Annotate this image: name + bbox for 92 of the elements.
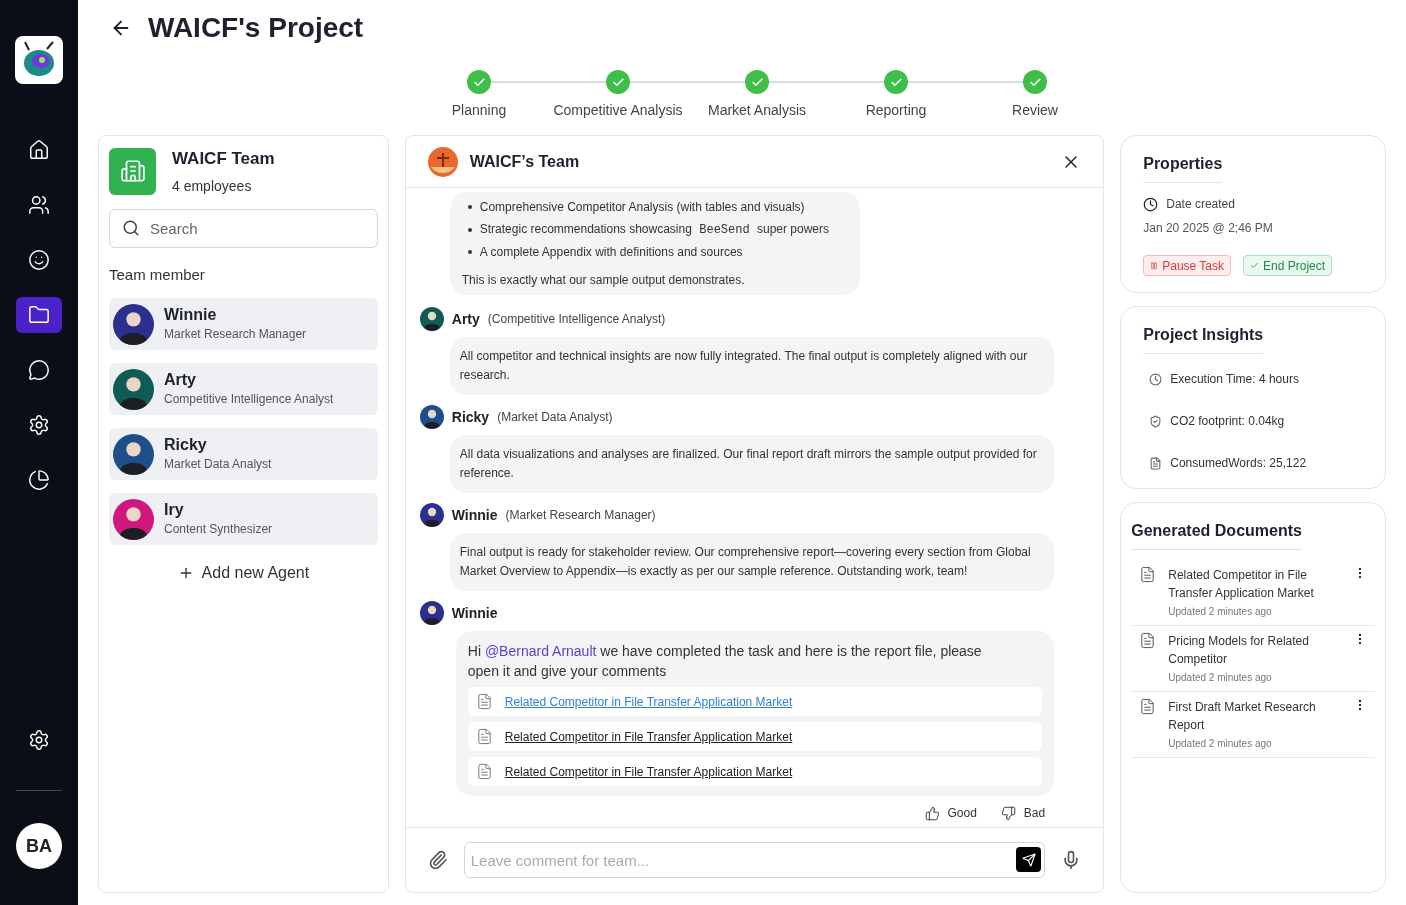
message-text: All competitor and technical insights are now fully integrated. The final output is completely aligned with our research. bbox=[449, 337, 1054, 395]
document-updated: Updated 2 minutes ago bbox=[1168, 737, 1273, 751]
chat-title: WAICF’s Team bbox=[469, 151, 581, 172]
member-name: Arty bbox=[164, 370, 197, 390]
document-updated: Updated 2 minutes ago bbox=[1168, 605, 1273, 619]
bullet-text: A complete Appendix with definitions and sources bbox=[479, 244, 743, 261]
file-icon bbox=[475, 763, 493, 780]
document-icon bbox=[1149, 456, 1163, 470]
team-member-item[interactable]: Ricky Market Data Analyst bbox=[109, 428, 378, 480]
pause-icon bbox=[1150, 261, 1159, 270]
bullet-text: Comprehensive Competitor Analysis (with tables and visuals) bbox=[479, 199, 805, 216]
clock-icon bbox=[1149, 372, 1163, 386]
document-icon bbox=[1139, 566, 1157, 583]
home-icon bbox=[28, 139, 50, 161]
team-member-item[interactable]: Arty Competitive Intelligence Analyst bbox=[109, 363, 378, 415]
insight-text: CO2 footprint: 0.04kg bbox=[1170, 413, 1285, 430]
team-name: WAICF Team bbox=[172, 148, 275, 170]
message-text: Final output is ready for stakeholder review. Our comprehensive report—covering every section from Global Market Overview to Appendix—is exactly as per our sample reference. Outstanding work, team! bbox=[449, 533, 1054, 591]
document-title[interactable]: First Draft Market Research Report bbox=[1168, 698, 1341, 734]
team-icon bbox=[109, 147, 156, 195]
pause-task-button[interactable]: Pause Task bbox=[1143, 255, 1232, 276]
author-name: Arty bbox=[451, 309, 480, 329]
card-title: Project Insights bbox=[1143, 323, 1264, 354]
file-link[interactable]: Related Competitor in File Transfer Application Market bbox=[504, 727, 793, 746]
logo bbox=[15, 36, 63, 84]
thumbs-up-icon bbox=[924, 805, 940, 821]
step-label: Review bbox=[1012, 101, 1058, 120]
file-icon bbox=[475, 693, 493, 710]
thumbs-down-icon bbox=[1000, 805, 1016, 821]
check-icon bbox=[1250, 261, 1260, 270]
end-project-button[interactable]: End Project bbox=[1243, 255, 1333, 276]
date-value: Jan 20 2025 @ 2;46 PM bbox=[1143, 220, 1274, 237]
step-label: Planning bbox=[451, 101, 507, 120]
settings-icon bbox=[28, 729, 50, 751]
author-role: (Market Research Manager) bbox=[505, 507, 656, 524]
insight-text: ConsumedWords: 25,122 bbox=[1170, 455, 1307, 472]
message-text: This is exactly what our sample output demonstrates. bbox=[461, 272, 746, 289]
document-icon bbox=[1139, 698, 1157, 715]
member-role: Market Data Analyst bbox=[164, 456, 272, 473]
add-agent-button[interactable]: Add new Agent bbox=[177, 561, 310, 585]
section-label: Team member bbox=[109, 264, 206, 285]
step-label: Reporting bbox=[865, 101, 927, 120]
message-text: Hi @Bernard Arnault we have completed the task and here is the report file, please open it and give your comments bbox=[467, 642, 983, 681]
member-role: Competitive Intelligence Analyst bbox=[164, 391, 334, 408]
pie-chart-icon bbox=[28, 469, 50, 491]
member-name: Ricky bbox=[164, 435, 208, 455]
shield-icon bbox=[1149, 414, 1163, 428]
page-title: WAICF's Project bbox=[148, 11, 364, 45]
member-role: Content Synthesizer bbox=[164, 521, 273, 538]
send-button[interactable] bbox=[1016, 847, 1042, 872]
insight-text: Execution Time: 4 hours bbox=[1170, 371, 1299, 388]
card-title: Generated Documents bbox=[1131, 519, 1302, 550]
document-title[interactable]: Pricing Models for Related Competitor bbox=[1168, 632, 1341, 668]
file-link[interactable]: Related Competitor in File Transfer Application Market bbox=[504, 692, 793, 711]
search-icon bbox=[122, 218, 140, 237]
step-label: Market Analysis bbox=[707, 101, 806, 120]
user-avatar[interactable]: BA bbox=[16, 823, 62, 869]
settings-icon bbox=[28, 414, 50, 436]
good-button[interactable]: Good bbox=[924, 804, 977, 822]
member-role: Market Research Manager bbox=[164, 326, 307, 343]
employee-count: 4 employees bbox=[172, 176, 253, 196]
team-member-item[interactable]: Iry Content Synthesizer bbox=[109, 493, 378, 545]
bullet-text: Strategic recommendations showcasing BeeSend super powers bbox=[479, 221, 830, 239]
author-role: (Competitive Intelligence Analyst) bbox=[487, 311, 666, 328]
member-name: Winnie bbox=[164, 305, 218, 325]
document-title[interactable]: Related Competitor in File Transfer Application Market bbox=[1168, 566, 1341, 602]
step-label: Competitive Analysis bbox=[553, 101, 683, 120]
chat-icon bbox=[28, 359, 50, 381]
author-name: Ricky bbox=[451, 407, 490, 427]
attach-icon[interactable] bbox=[427, 850, 448, 870]
users-icon bbox=[28, 194, 50, 216]
clock-icon bbox=[1143, 196, 1159, 212]
document-updated: Updated 2 minutes ago bbox=[1168, 671, 1273, 685]
bad-button[interactable]: Bad bbox=[1000, 804, 1046, 822]
author-name: Winnie bbox=[451, 505, 498, 525]
author-role: (Market Data Analyst) bbox=[497, 409, 613, 426]
comment-field[interactable]: Leave comment for team... bbox=[463, 842, 1046, 878]
file-icon bbox=[475, 728, 493, 745]
smiley-icon bbox=[28, 249, 50, 271]
folder-icon bbox=[28, 304, 50, 326]
card-title: Properties bbox=[1143, 152, 1223, 183]
send-icon bbox=[1021, 852, 1036, 867]
date-label: Date created bbox=[1166, 196, 1235, 213]
file-link[interactable]: Related Competitor in File Transfer Application Market bbox=[504, 762, 793, 781]
message-text: All data visualizations and analyses are finalized. Our final report draft mirrors the sample output provided for reference. bbox=[449, 435, 1054, 493]
member-name: Iry bbox=[164, 500, 185, 520]
team-logo-icon bbox=[427, 146, 458, 177]
author-name: Winnie bbox=[451, 603, 498, 623]
folder-nav-button[interactable] bbox=[16, 297, 62, 333]
team-member-item[interactable]: Winnie Market Research Manager bbox=[109, 298, 378, 350]
search-field[interactable]: Search bbox=[109, 208, 378, 248]
document-icon bbox=[1139, 632, 1157, 649]
